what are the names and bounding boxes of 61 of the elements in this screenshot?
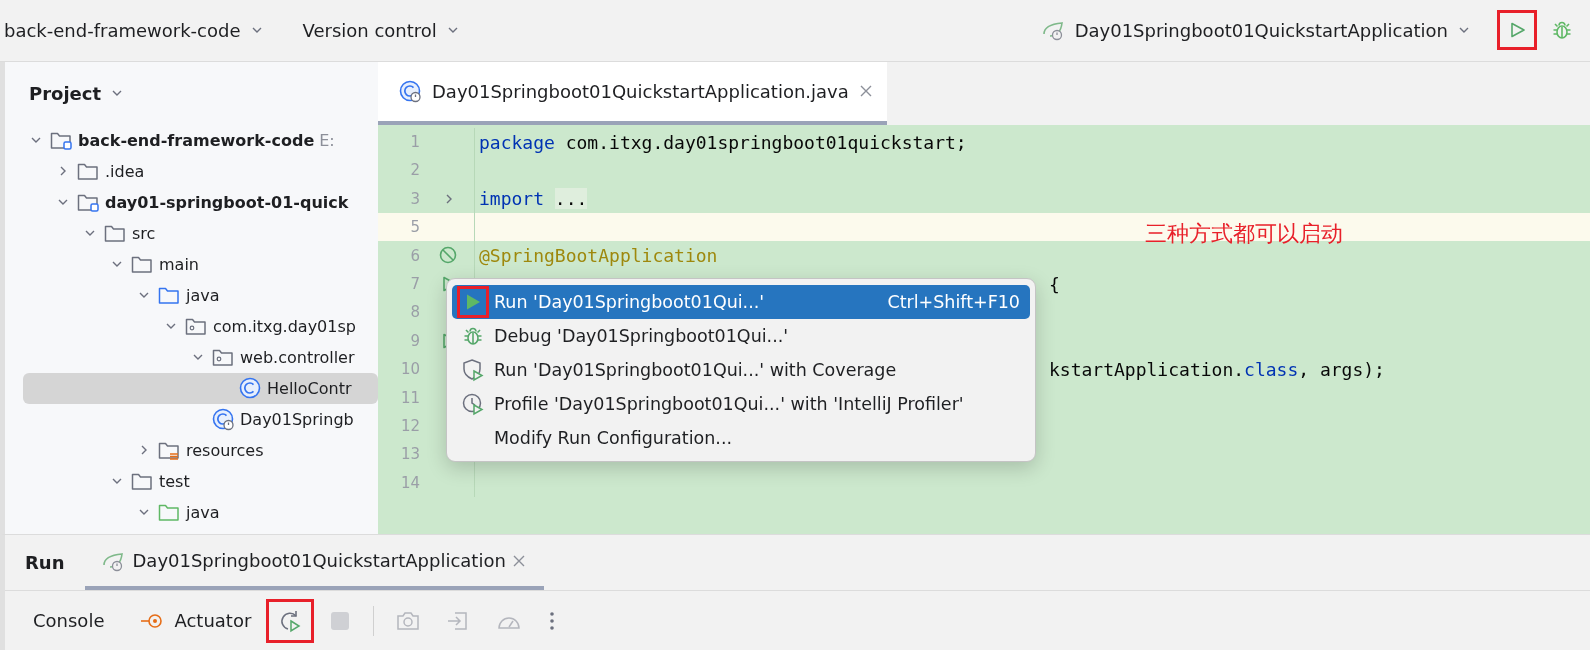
more-icon	[548, 609, 557, 632]
line-number: 11	[399, 388, 420, 407]
line-number: 9	[409, 331, 420, 350]
editor-tab[interactable]: Day01Springboot01QuickstartApplication.java	[378, 61, 887, 125]
menu-item[interactable]: Run 'Day01Springboot01Qui...' with Coverage	[452, 352, 1030, 387]
tree-item[interactable]: com.itxg.day01sp	[23, 310, 378, 342]
tree-item[interactable]: test	[23, 465, 378, 497]
shield-run-icon	[461, 357, 485, 382]
shortcut: Ctrl+Shift+F10	[887, 291, 1020, 312]
project-view-dropdown[interactable]: Project	[29, 82, 126, 104]
menu-item[interactable]: Modify Run Configuration...	[452, 420, 1030, 455]
menu-item[interactable]: Run 'Day01Springboot01Qui...' Ctrl+Shift+F10	[452, 284, 1030, 319]
run-tab[interactable]: Day01Springboot01QuickstartApplication	[84, 535, 544, 591]
tree-item[interactable]: resources	[23, 434, 378, 466]
rerun-button[interactable]	[269, 601, 312, 640]
version-control-dropdown[interactable]: Version control	[302, 13, 469, 47]
run-configuration-dropdown[interactable]: Day01Springboot01QuickstartApplication	[1040, 13, 1480, 48]
menu-item[interactable]: Debug 'Day01Springboot01Qui...'	[452, 318, 1030, 353]
clock-run-icon	[461, 391, 485, 416]
line-number: 13	[399, 445, 420, 464]
spring-class-icon	[211, 407, 235, 432]
code-line: @SpringBootApplication	[479, 245, 718, 267]
spring-class-icon	[398, 79, 422, 104]
tree-item[interactable]: java	[23, 496, 378, 528]
line-number: 2	[409, 161, 420, 180]
tree-item[interactable]: src	[23, 217, 378, 249]
class-icon	[238, 376, 262, 401]
tree-item[interactable]: main	[23, 248, 378, 280]
tree-item[interactable]: .idea	[23, 155, 378, 187]
tree-item[interactable]: java	[23, 279, 378, 311]
line-number: 3	[409, 189, 420, 208]
tree-item[interactable]: Day01Springb	[23, 403, 378, 435]
menu-item[interactable]: Profile 'Day01Springboot01Qui...' with 'IntelliJ Profiler'	[452, 386, 1030, 421]
line-number: 6	[409, 246, 420, 265]
workspace-dropdown[interactable]: back-end-framework-code	[4, 13, 273, 47]
code-line: kstartApplication.class, args);	[1049, 358, 1385, 380]
panel-title: Run	[24, 551, 66, 576]
tree-item[interactable]: back-end-framework-code E:	[23, 124, 378, 156]
line-number: 10	[399, 360, 420, 379]
bug-icon[interactable]	[1551, 19, 1573, 42]
line-number: 8	[409, 303, 420, 322]
console-tab[interactable]: Console	[25, 604, 123, 638]
path-hint: E:	[319, 130, 335, 150]
annotation-note: 三种方式都可以启动	[1145, 219, 1343, 248]
stop-icon	[329, 609, 352, 632]
tree-item[interactable]: HelloContr	[23, 372, 378, 404]
line-number: 7	[409, 275, 420, 294]
line-number: 14	[399, 473, 420, 492]
tree-item[interactable]: day01-springboot-01-quick	[23, 186, 378, 218]
code-line: import ...	[479, 188, 588, 210]
close-icon[interactable]	[511, 553, 526, 568]
tree-item[interactable]: web.controller	[23, 341, 378, 373]
code-line: {	[1049, 273, 1060, 295]
camera-icon	[396, 609, 421, 632]
code-line: package com.itxg.day01springboot01quickstart;	[479, 131, 967, 153]
actuator-tab[interactable]: Actuator	[132, 604, 260, 638]
line-number: 12	[399, 417, 420, 435]
run-button[interactable]	[1500, 13, 1534, 48]
line-number: 5	[409, 218, 420, 237]
close-icon[interactable]	[858, 84, 873, 99]
line-number: 1	[409, 133, 420, 152]
